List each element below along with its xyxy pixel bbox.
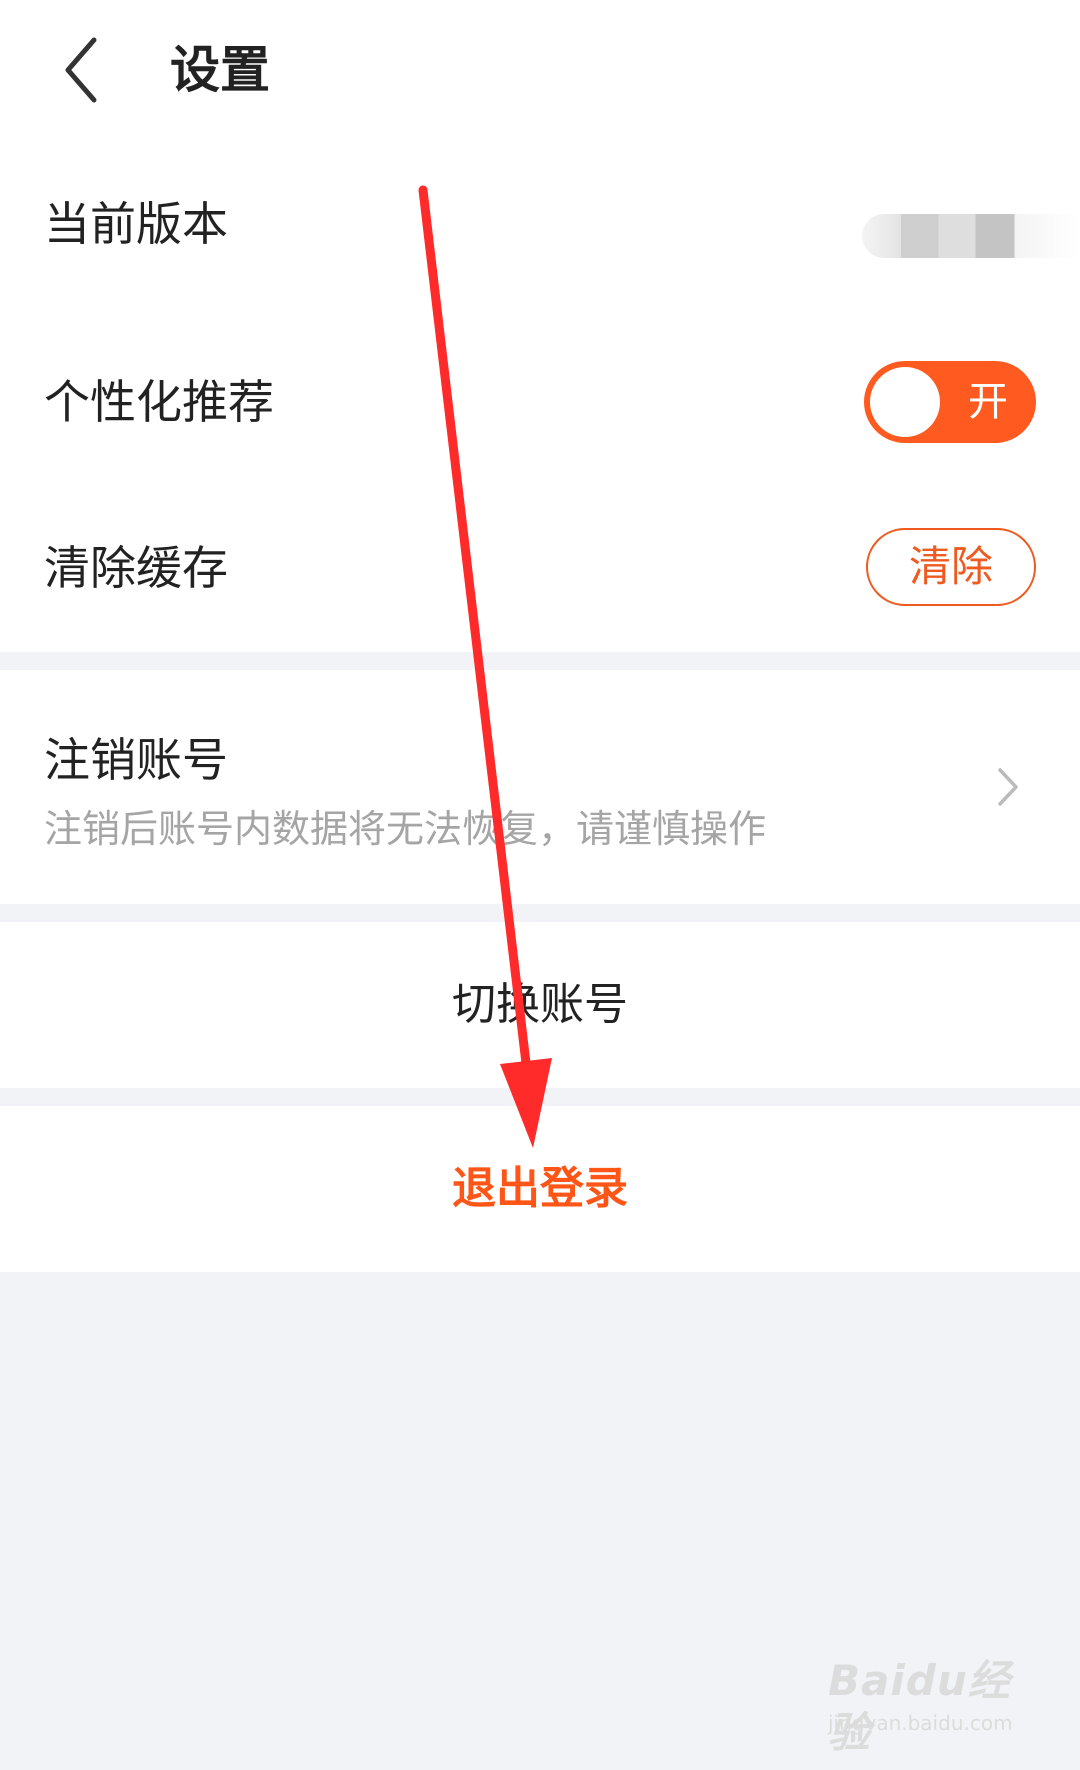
deactivate-account-row[interactable]: 注销账号 注销后账号内数据将无法恢复，请谨慎操作 — [0, 670, 1080, 904]
header: 设置 — [0, 0, 1080, 140]
chevron-left-icon — [65, 37, 97, 103]
deactivate-account-title: 注销账号 — [44, 733, 228, 787]
chevron-right-icon — [998, 768, 1018, 806]
switch-account-button[interactable]: 切换账号 — [0, 922, 1080, 1088]
watermark-url: jingyan.baidu.com — [828, 1711, 1013, 1735]
account-group: 注销账号 注销后账号内数据将无法恢复，请谨慎操作 — [0, 670, 1080, 904]
baidu-jingyan-watermark: Baidu经验 jingyan.baidu.com — [828, 1655, 1052, 1757]
back-button[interactable] — [50, 30, 120, 110]
clear-cache-row: 清除缓存 清除 — [0, 140, 1080, 652]
logout-group: 退出登录 — [0, 1106, 1080, 1272]
logout-button[interactable]: 退出登录 — [0, 1106, 1080, 1272]
page-title: 设置 — [170, 41, 270, 99]
watermark-logo: Baidu经验 — [828, 1656, 1011, 1757]
clear-cache-label: 清除缓存 — [44, 541, 228, 595]
settings-group: 当前版本 个性化推荐 开 清除缓存 清除 — [0, 140, 1080, 652]
clear-cache-button[interactable]: 清除 — [866, 528, 1036, 606]
deactivate-account-description: 注销后账号内数据将无法恢复，请谨慎操作 — [44, 807, 767, 851]
switch-account-group: 切换账号 — [0, 922, 1080, 1088]
